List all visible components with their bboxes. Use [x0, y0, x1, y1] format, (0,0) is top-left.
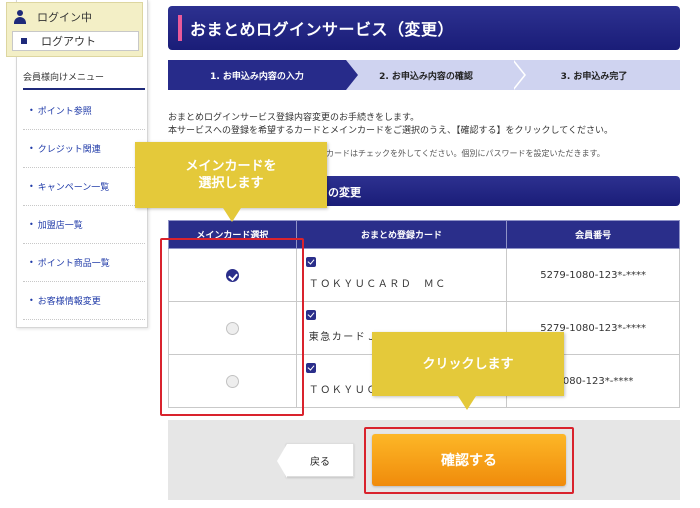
step-arrow-active	[346, 60, 358, 90]
sidebar-item-points[interactable]: • ポイント参照	[23, 92, 145, 130]
sidebar-item-campaign[interactable]: • キャンペーン一覧	[23, 168, 145, 206]
callout-click: クリックします	[372, 332, 564, 410]
sidebar-item-label: キャンペーン一覧	[37, 183, 110, 193]
instructions-note: カードはチェックを外してください。個別にパスワードを設定いただきます。	[326, 149, 605, 158]
step-2: 2. お申込み内容の確認	[340, 60, 512, 90]
callout-text: メインカードを 選択します	[185, 159, 277, 191]
progress-steps: 3. お申込み完了 2. お申込み内容の確認 1. お申込み内容の入力	[168, 60, 680, 90]
sidebar-item-label: ポイント商品一覧	[37, 259, 110, 269]
header-card: おまとめ登録カード	[295, 220, 508, 249]
step-1: 1. お申込み内容の入力	[168, 60, 346, 90]
back-button[interactable]: 戻る	[277, 443, 354, 478]
square-icon	[21, 38, 27, 44]
login-box: ログイン中 ログアウト	[6, 2, 143, 57]
sidebar-item-label: ポイント参照	[37, 107, 92, 117]
instructions-line-1: おまとめログインサービス登録内容変更のお手続きをします。	[168, 113, 420, 123]
header-member-no: 会員番号	[506, 220, 680, 249]
highlight-confirm-button	[364, 427, 574, 494]
callout-text: クリックします	[422, 356, 514, 372]
card-checkbox[interactable]	[305, 310, 316, 320]
instructions-line-2: 本サービスへの登録を希望するカードとメインカードをご選択のうえ、【確認する】をク…	[168, 126, 613, 136]
sidebar-item-label: 加盟店一覧	[37, 221, 83, 231]
sidebar-item-label: お客様情報変更	[37, 297, 101, 307]
menu-title: 会員様向けメニュー	[23, 70, 145, 90]
sidebar-item-credit[interactable]: • クレジット関連	[23, 130, 145, 168]
page-header: おまとめログインサービス（変更）	[168, 6, 680, 50]
step-arrow	[512, 60, 524, 90]
member-no: 5279-1080-123*-****	[506, 248, 680, 302]
callout-select-main-card: メインカードを 選択します	[135, 142, 327, 222]
card-checkbox[interactable]	[305, 363, 316, 373]
bullet-icon: •	[29, 106, 34, 115]
bullet-icon: •	[29, 144, 34, 153]
logout-label: ログアウト	[41, 35, 96, 48]
user-icon	[13, 10, 27, 24]
login-status-label: ログイン中	[37, 11, 92, 24]
logout-button[interactable]: ログアウト	[12, 31, 139, 51]
sidebar-item-stores[interactable]: • 加盟店一覧	[23, 206, 145, 244]
sidebar-item-customer-info[interactable]: • お客様情報変更	[23, 282, 145, 320]
sidebar-menu: • ポイント参照 • クレジット関連 • キャンペーン一覧 • 加盟店一覧 • ポイント商…	[23, 92, 145, 320]
step-3: 3. お申込み完了	[508, 60, 680, 90]
page-title: おまとめログインサービス（変更）	[190, 20, 455, 39]
bullet-icon: •	[29, 220, 34, 229]
login-status: ログイン中	[13, 9, 92, 25]
bullet-icon: •	[29, 182, 34, 191]
card-name: ＴＯＫＹＵＣＡＲＤ ＭＣ	[308, 279, 447, 290]
sidebar-item-point-products[interactable]: • ポイント商品一覧	[23, 244, 145, 282]
sidebar-item-label: クレジット関連	[37, 145, 101, 155]
header-accent	[178, 15, 182, 41]
highlight-main-card-column	[160, 238, 304, 416]
section-title: の変更	[328, 186, 361, 199]
card-cell: ＴＯＫＹＵＣＡＲＤ ＭＣ	[295, 248, 508, 302]
bullet-icon: •	[29, 296, 34, 305]
instructions: おまとめログインサービス登録内容変更のお手続きをします。 本サービスへの登録を希…	[168, 112, 683, 138]
bullet-icon: •	[29, 258, 34, 267]
card-checkbox[interactable]	[305, 257, 316, 267]
